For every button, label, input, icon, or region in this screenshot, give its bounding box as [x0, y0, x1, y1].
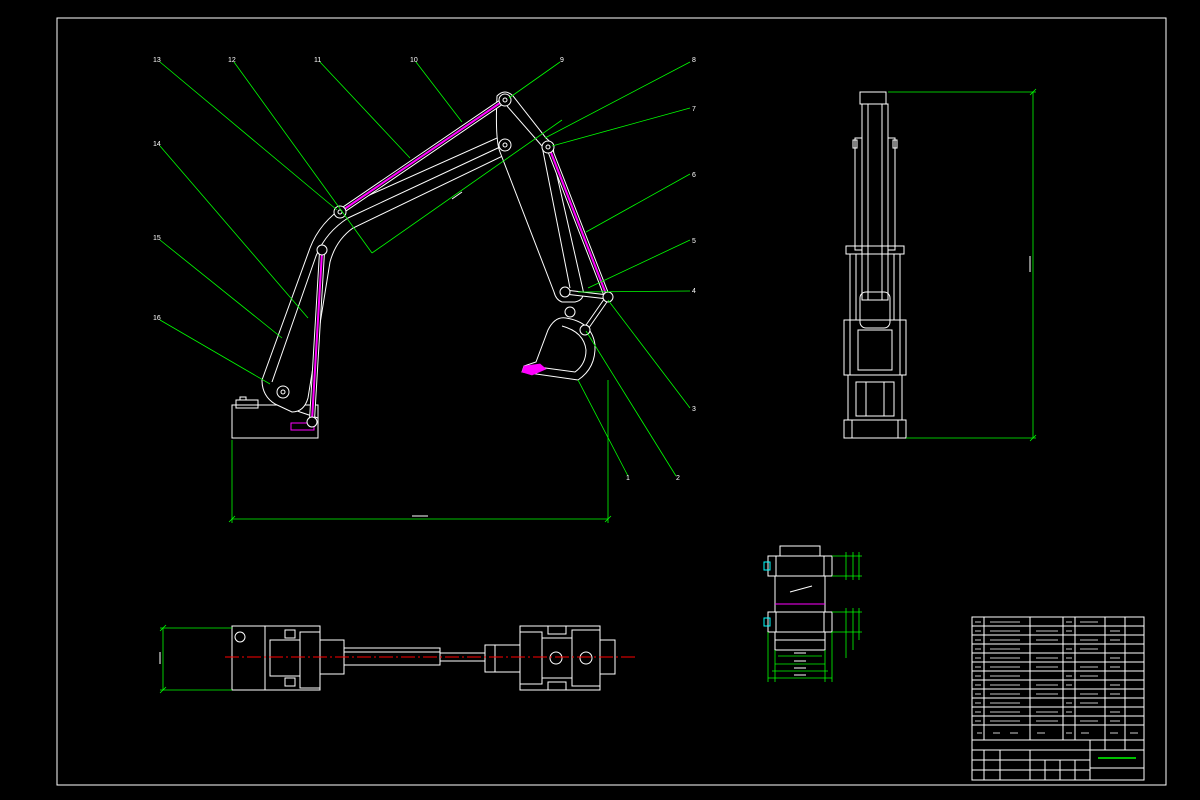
drawing-border [56, 17, 1167, 786]
pin-joint [498, 138, 512, 152]
top-view [159, 624, 636, 694]
pin-joint [541, 140, 555, 154]
callout-label-11: 11 [314, 57, 321, 64]
callout-label-4: 4 [692, 288, 696, 295]
callout-label-12: 12 [228, 57, 236, 64]
cad-drawing-sheet: 1 2 3 4 5 6 7 8 9 10 11 12 13 14 15 16 [56, 17, 1167, 786]
height-dimension [888, 88, 1037, 442]
callout-label-13: 13 [153, 57, 161, 64]
callout-label-16: 16 [153, 315, 161, 322]
pin-joint [559, 286, 571, 298]
callout-label-8: 8 [692, 57, 696, 64]
callout-labels: 1 2 3 4 5 6 7 8 9 10 11 12 13 14 15 16 [153, 57, 696, 482]
callout-label-9: 9 [560, 57, 564, 64]
pin-joint [564, 306, 576, 318]
callout-label-15: 15 [153, 235, 161, 242]
callout-label-14: 14 [153, 141, 161, 148]
callout-leaders [159, 61, 691, 477]
callout-label-10: 10 [410, 57, 418, 64]
pin-joint [306, 416, 318, 428]
top-view-arm-end [519, 625, 601, 691]
callout-label-7: 7 [692, 106, 696, 113]
side-view: 1 2 3 4 5 6 7 8 9 10 11 12 13 14 15 16 [153, 57, 696, 523]
width-dimension [159, 624, 232, 694]
pin-joint [579, 324, 591, 336]
pin-joint [276, 385, 290, 399]
callout-label-6: 6 [692, 172, 696, 179]
pin-joint [333, 205, 347, 219]
title-block [971, 616, 1145, 781]
front-view [843, 88, 1037, 442]
callout-label-5: 5 [692, 238, 696, 245]
pin-joint [498, 93, 512, 107]
pin-detail-dimensions [767, 552, 862, 682]
title-area-grid [972, 740, 1144, 780]
callout-label-1: 1 [626, 475, 630, 482]
top-view-boom-cylinder [343, 647, 441, 666]
callout-label-3: 3 [692, 406, 696, 413]
pin-joint [316, 244, 328, 256]
callout-label-2: 2 [676, 475, 680, 482]
pin-section-detail [763, 545, 862, 682]
front-view-column [861, 103, 889, 301]
